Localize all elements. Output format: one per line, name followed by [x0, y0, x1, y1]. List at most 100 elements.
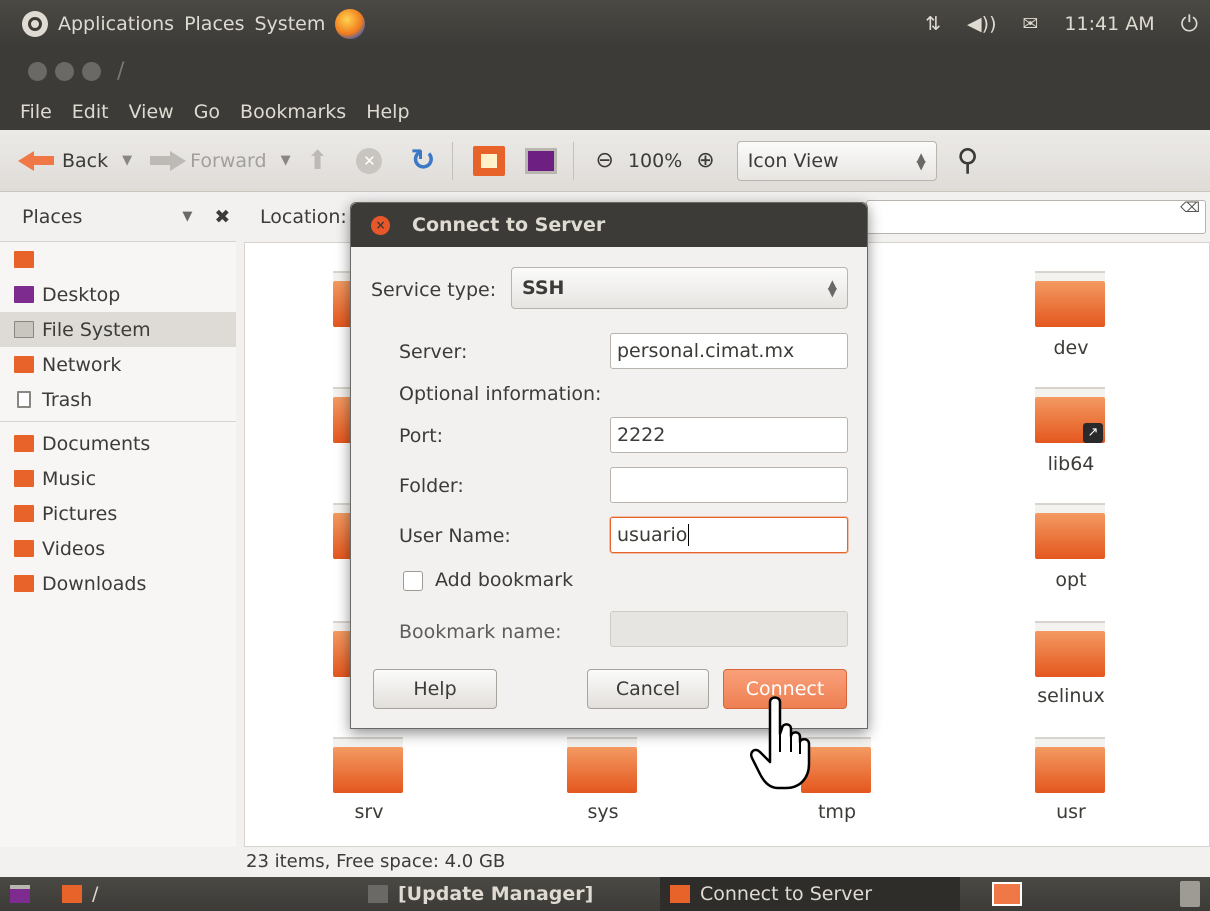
up-icon[interactable]: ⬆: [307, 146, 329, 176]
sidebar-item-network[interactable]: Network: [0, 347, 236, 382]
close-icon[interactable]: ×: [371, 215, 390, 235]
cancel-button[interactable]: Cancel: [587, 669, 709, 709]
system-menu[interactable]: System: [254, 13, 325, 35]
location-input[interactable]: [866, 200, 1206, 234]
ubuntu-logo-icon[interactable]: [22, 11, 48, 37]
clock[interactable]: 11:41 AM: [1064, 13, 1154, 35]
folder-label[interactable]: usr: [1001, 801, 1141, 823]
folder-label[interactable]: dev: [1001, 337, 1141, 359]
folder-icon[interactable]: ↗: [1035, 387, 1105, 443]
show-desktop-button[interactable]: [10, 877, 40, 911]
menu-bookmarks[interactable]: Bookmarks: [240, 101, 346, 123]
taskbar-item-files[interactable]: /: [62, 877, 98, 911]
firefox-icon[interactable]: [335, 9, 366, 39]
folder-label[interactable]: lib64: [1001, 453, 1141, 475]
sidebar-item-downloads[interactable]: Downloads: [0, 566, 236, 601]
taskbar-label: Connect to Server: [700, 883, 873, 905]
help-button[interactable]: Help: [373, 669, 497, 709]
folder-label[interactable]: sys: [533, 801, 673, 823]
maximize-window-button[interactable]: [82, 61, 101, 81]
forward-history-chevron-icon[interactable]: ▼: [281, 153, 291, 168]
folder-icon[interactable]: [333, 737, 403, 793]
workspace-icon: [992, 882, 1022, 906]
add-bookmark-label[interactable]: Add bookmark: [435, 569, 573, 591]
taskbar-label: /: [92, 883, 99, 905]
add-bookmark-checkbox[interactable]: [403, 571, 423, 591]
sidebar-item-label: Downloads: [42, 572, 147, 595]
folder-icon[interactable]: [1035, 737, 1105, 793]
connect-server-icon: [670, 885, 690, 903]
folder-icon[interactable]: [1035, 503, 1105, 559]
power-icon[interactable]: ⏻: [1181, 12, 1198, 37]
dialog-titlebar: × Connect to Server: [351, 203, 867, 247]
back-history-chevron-icon[interactable]: ▼: [122, 153, 132, 168]
back-button[interactable]: Back: [0, 150, 108, 172]
reload-icon[interactable]: ↻: [410, 143, 435, 178]
zoom-in-icon[interactable]: ⊕: [696, 148, 714, 173]
videos-icon: [14, 540, 34, 557]
computer-icon[interactable]: [524, 147, 557, 174]
port-field[interactable]: 2222: [610, 417, 848, 453]
menu-file[interactable]: File: [20, 101, 52, 123]
folder-label[interactable]: selinux: [1001, 685, 1141, 707]
username-field[interactable]: usuario: [610, 517, 848, 553]
sidebar-item-music[interactable]: Music: [0, 461, 236, 496]
bottom-panel: / [Update Manager] Connect to Server: [0, 877, 1210, 911]
workspace-switcher[interactable]: [992, 877, 1032, 911]
username-value: usuario: [617, 524, 688, 546]
search-icon[interactable]: ⚲: [957, 143, 979, 178]
volume-icon[interactable]: ◀)): [967, 13, 996, 35]
sidebar-item-videos[interactable]: Videos: [0, 531, 236, 566]
home-folder-icon[interactable]: [472, 145, 505, 176]
close-window-button[interactable]: [28, 61, 47, 81]
folder-label[interactable]: srv: [299, 801, 439, 823]
sidebar-item-desktop[interactable]: Desktop: [0, 277, 236, 312]
menu-edit[interactable]: Edit: [72, 101, 109, 123]
taskbar-item-update-manager[interactable]: [Update Manager]: [368, 877, 593, 911]
stop-icon[interactable]: ✕: [356, 147, 383, 174]
back-label: Back: [62, 149, 109, 172]
location-label: Location:: [260, 206, 347, 228]
sidebar-item-label: Trash: [42, 388, 93, 411]
trash-icon: [17, 391, 31, 408]
sidebar-item-label: Network: [42, 353, 122, 376]
places-label[interactable]: Places: [22, 206, 82, 228]
applications-menu[interactable]: Applications: [58, 13, 174, 35]
sidebar-item-trash[interactable]: Trash: [0, 382, 236, 417]
sidebar-item-pictures[interactable]: Pictures: [0, 496, 236, 531]
sidebar-item-label: Pictures: [42, 502, 118, 525]
menu-help[interactable]: Help: [366, 101, 409, 123]
trash-applet[interactable]: [1180, 877, 1210, 911]
drive-icon: [14, 321, 34, 338]
sidebar-item-home[interactable]: [0, 242, 236, 277]
network-icon[interactable]: ⇅: [925, 13, 941, 35]
update-manager-icon: [368, 885, 388, 903]
folder-icon[interactable]: [1035, 621, 1105, 677]
optional-info-label: Optional information:: [399, 383, 602, 405]
clear-location-icon[interactable]: ⌫: [1180, 200, 1200, 216]
close-sidebar-icon[interactable]: ✖: [214, 206, 230, 228]
service-type-select[interactable]: SSH ▲ ▼: [511, 267, 848, 309]
sidebar-item-label: Music: [42, 467, 97, 490]
view-mode-select[interactable]: Icon View ▲ ▼: [736, 140, 937, 181]
folder-label[interactable]: opt: [1001, 569, 1141, 591]
menu-go[interactable]: Go: [194, 101, 220, 123]
minimize-window-button[interactable]: [55, 61, 74, 81]
zoom-out-icon[interactable]: ⊖: [596, 148, 614, 173]
sidebar-item-file-system[interactable]: File System: [0, 312, 236, 347]
zoom-level[interactable]: 100%: [628, 150, 682, 172]
documents-icon: [14, 435, 34, 452]
folder-icon[interactable]: [567, 737, 637, 793]
network-icon: [14, 356, 34, 373]
folder-label[interactable]: tmp: [767, 801, 907, 823]
server-field[interactable]: personal.cimat.mx: [610, 333, 848, 369]
forward-button[interactable]: Forward: [146, 150, 267, 172]
mail-icon[interactable]: ✉: [1022, 13, 1038, 35]
places-menu[interactable]: Places: [184, 13, 244, 35]
places-chevron-icon[interactable]: ▼: [182, 209, 192, 224]
sidebar-item-documents[interactable]: Documents: [0, 426, 236, 461]
folder-field[interactable]: [610, 467, 848, 503]
folder-icon[interactable]: [1035, 271, 1105, 327]
menu-view[interactable]: View: [129, 101, 174, 123]
taskbar-item-connect-to-server[interactable]: Connect to Server: [660, 877, 960, 911]
